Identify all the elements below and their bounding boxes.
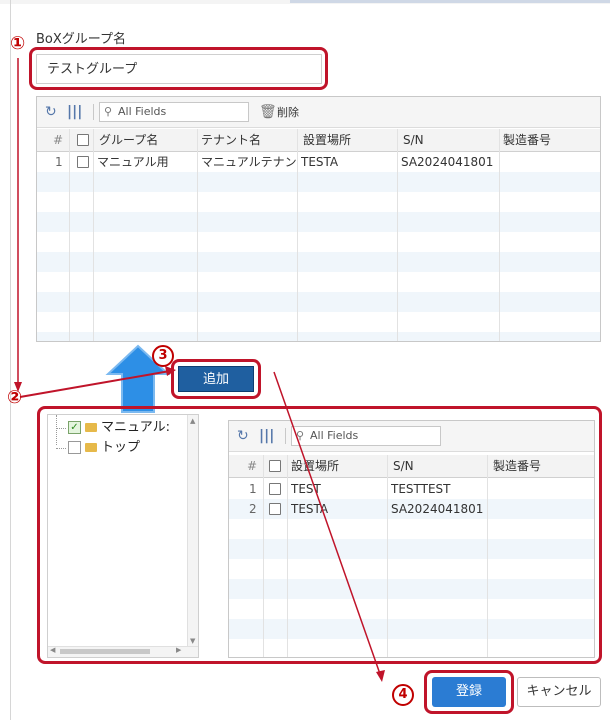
step-4-marker: 4: [392, 684, 414, 706]
cancel-button[interactable]: キャンセル: [517, 677, 601, 707]
annotation-arrows: [14, 58, 385, 682]
register-button[interactable]: 登録: [432, 677, 506, 707]
